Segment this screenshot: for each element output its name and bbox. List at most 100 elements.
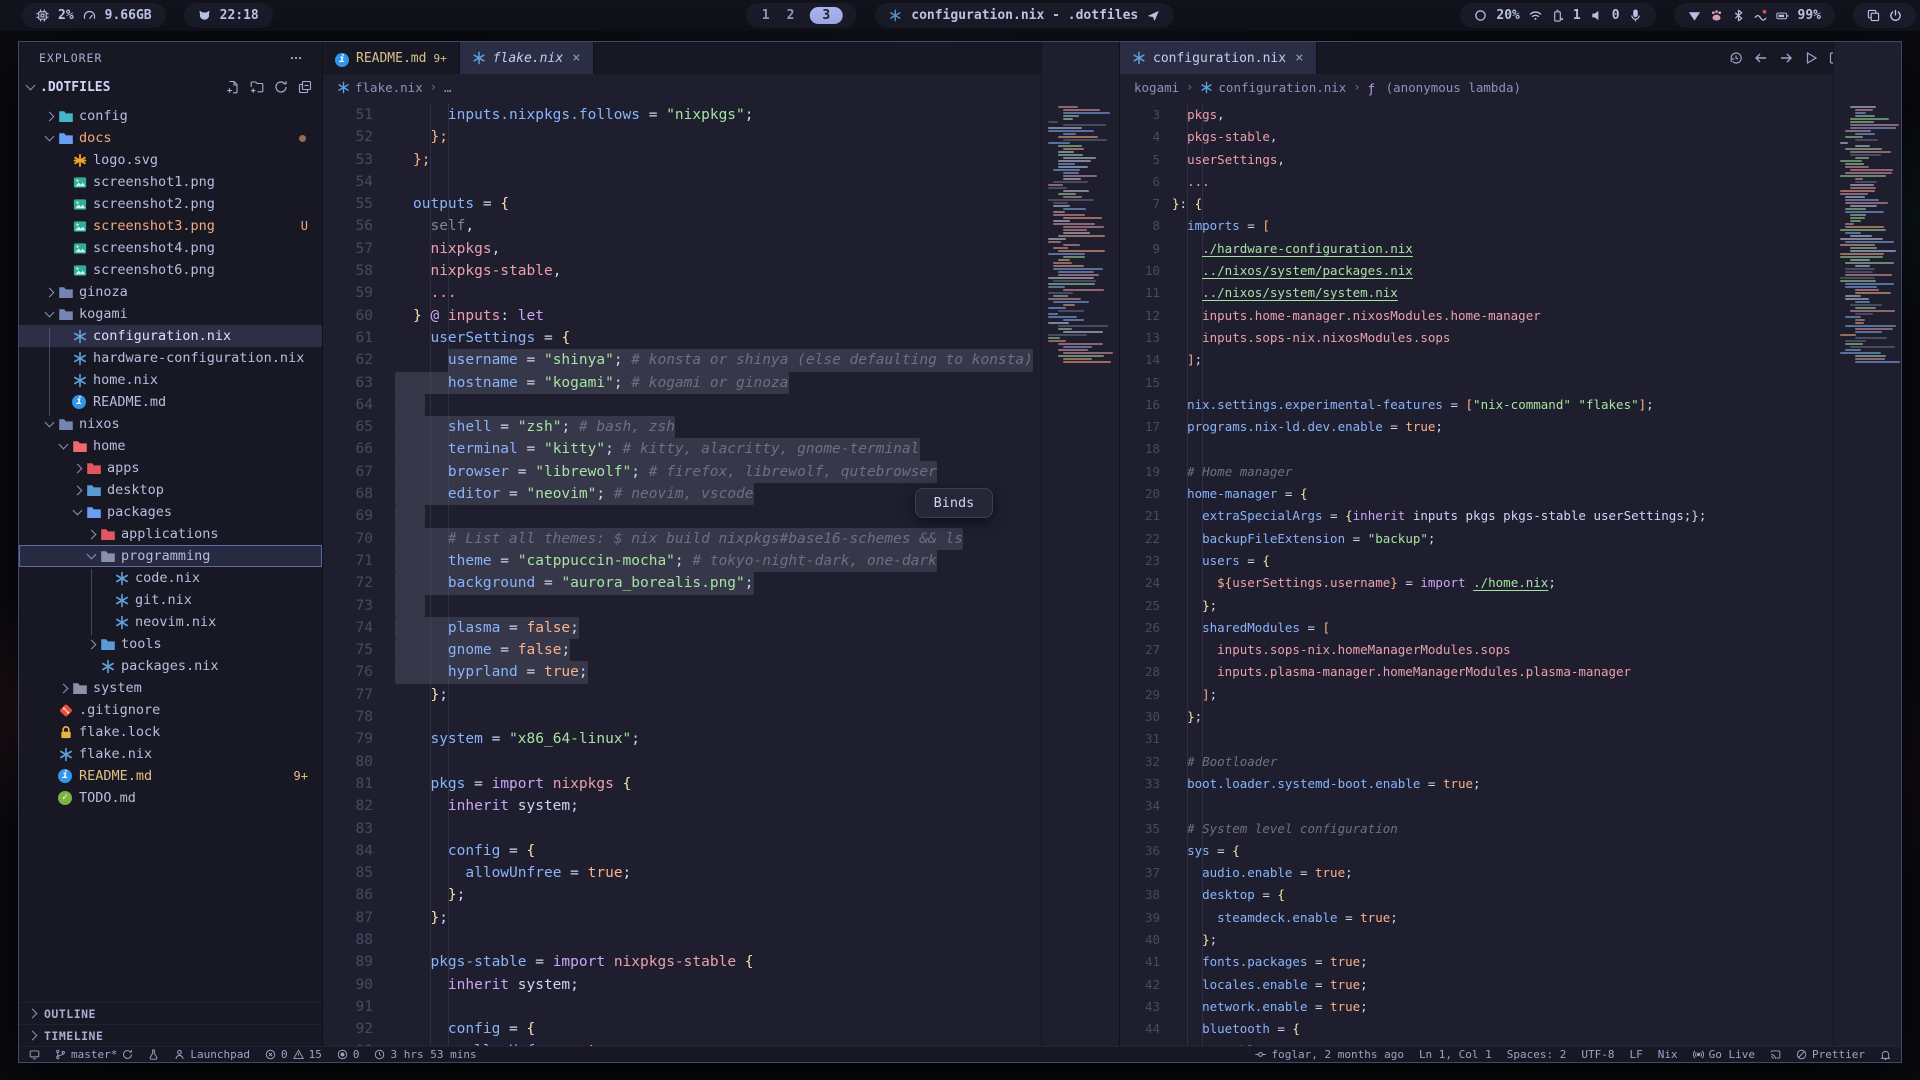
line-content: network.enable = true;	[1172, 996, 1368, 1018]
workspace-root-header[interactable]: .DOTFILES	[19, 74, 322, 100]
code-line: 30 };	[1120, 706, 1833, 728]
breadcrumb-item-configuration-nix[interactable]: configuration.nix	[1200, 80, 1346, 95]
tree-item-applications[interactable]: applications	[19, 523, 322, 545]
statusbar-cursor-position[interactable]: Ln 1, Col 1	[1419, 1047, 1492, 1062]
history-icon[interactable]	[1729, 51, 1743, 65]
statusbar-launchpad[interactable]: Launchpad	[174, 1047, 250, 1062]
panel-header-outline[interactable]: OUTLINE	[19, 1002, 322, 1024]
tree-item-gitignore[interactable]: .gitignore	[19, 699, 322, 721]
tab-readme-md[interactable]: iREADME.md9+	[323, 42, 460, 74]
tab-flake-nix[interactable]: flake.nix×	[460, 42, 594, 74]
minimap-line	[1845, 136, 1863, 138]
code-line: 57 nixpkgs,	[323, 238, 1041, 260]
statusbar-language-mode[interactable]: Nix	[1658, 1047, 1678, 1062]
tree-item-packages-nix[interactable]: packages.nix	[19, 655, 322, 677]
minimap-line	[1840, 277, 1875, 279]
tree-item-tools[interactable]: tools	[19, 633, 322, 655]
tree-item-label: kogami	[79, 306, 128, 322]
tree-item-home-nix[interactable]: home.nix	[19, 369, 322, 391]
line-number: 45	[1120, 1040, 1160, 1046]
tree-item-desktop[interactable]: desktop	[19, 479, 322, 501]
statusbar-cast[interactable]	[1770, 1047, 1781, 1062]
breadcrumb-item-[interactable]: …	[444, 80, 452, 95]
statusbar-indentation[interactable]: Spaces: 2	[1507, 1047, 1567, 1062]
tree-item-screenshot1-png[interactable]: screenshot1.png	[19, 171, 322, 193]
tree-item-git-nix[interactable]: git.nix	[19, 589, 322, 611]
tree-item-code-nix[interactable]: code.nix	[19, 567, 322, 589]
breadcrumb-item-flake-nix[interactable]: flake.nix	[337, 80, 423, 95]
code-editor[interactable]: 51 inputs.nixpkgs.follows = "nixpkgs";52…	[323, 100, 1041, 1046]
session-tray[interactable]	[1853, 3, 1916, 28]
window-title-pill[interactable]: configuration.nix - .dotfiles	[875, 3, 1174, 28]
tree-item-screenshot2-png[interactable]: screenshot2.png	[19, 193, 322, 215]
tree-item-ginoza[interactable]: ginoza	[19, 281, 322, 303]
tree-item-todo-md[interactable]: ✓TODO.md	[19, 787, 322, 809]
panel-header-timeline[interactable]: TIMELINE	[19, 1024, 322, 1046]
info-icon: i	[58, 769, 74, 784]
minimap[interactable]	[1041, 42, 1119, 1046]
tree-item-nixos[interactable]: nixos	[19, 413, 322, 435]
tree-item-home[interactable]: home	[19, 435, 322, 457]
statusbar-eol[interactable]: LF	[1630, 1047, 1643, 1062]
workspace-button-1[interactable]: 1	[760, 8, 772, 23]
system-bar-center: 123 configuration.nix - .dotfiles	[746, 3, 1174, 28]
tree-item-config[interactable]: config	[19, 105, 322, 127]
minimap[interactable]	[1833, 42, 1901, 1046]
system-stats[interactable]: 2% 9.66GB	[22, 3, 166, 28]
breadcrumb-item-kogami[interactable]: kogami	[1134, 80, 1179, 95]
workspace-button-3[interactable]: 3	[809, 7, 843, 24]
tree-item-readme-md[interactable]: iREADME.md9+	[19, 765, 322, 787]
code-editor[interactable]: 3 pkgs,4 pkgs-stable,5 userSettings,6 ..…	[1120, 100, 1833, 1046]
statusbar-problems[interactable]: 015	[265, 1047, 322, 1062]
statusbar-prettier[interactable]: Prettier	[1796, 1047, 1865, 1062]
tree-item-apps[interactable]: apps	[19, 457, 322, 479]
tree-item-screenshot4-png[interactable]: screenshot4.png	[19, 237, 322, 259]
tree-item-docs[interactable]: docs	[19, 127, 322, 149]
tree-item-logo-svg[interactable]: logo.svg	[19, 149, 322, 171]
statusbar-gitlens-blame[interactable]: foglar, 2 months ago	[1255, 1047, 1403, 1062]
statusbar-notifications[interactable]	[1880, 1047, 1891, 1062]
refresh-icon[interactable]	[274, 80, 288, 94]
clock-icon	[374, 1049, 385, 1060]
back-icon[interactable]	[1754, 51, 1768, 65]
tree-item-readme-md[interactable]: iREADME.md	[19, 391, 322, 413]
new-file-icon[interactable]	[226, 80, 240, 94]
close-icon[interactable]: ×	[1295, 50, 1303, 66]
breadcrumb-item-anonymous-lambda[interactable]: ƒ(anonymous lambda)	[1368, 80, 1521, 95]
tree-item-system[interactable]: system	[19, 677, 322, 699]
statusbar-go-live[interactable]: Go Live	[1693, 1047, 1755, 1062]
line-number: 69	[323, 505, 373, 527]
run-icon[interactable]	[1804, 51, 1818, 65]
tree-item-configuration-nix[interactable]: configuration.nix	[19, 325, 322, 347]
tree-item-hardware-configuration-nix[interactable]: hardware-configuration.nix	[19, 347, 322, 369]
line-content: locales.enable = true;	[1172, 974, 1368, 996]
close-icon[interactable]: ×	[572, 50, 580, 66]
workspace-button-2[interactable]: 2	[785, 8, 797, 23]
system-tray[interactable]: 20% 1 0	[1460, 3, 1655, 28]
minimap-line	[1063, 244, 1080, 246]
statusbar-ports[interactable]: 0	[337, 1047, 360, 1062]
tree-item-screenshot3-png[interactable]: screenshot3.pngU	[19, 215, 322, 237]
statusbar-wakatime[interactable]: 3 hrs 53 mins	[374, 1047, 476, 1062]
tree-item-screenshot6-png[interactable]: screenshot6.png	[19, 259, 322, 281]
statusbar-remote-indicator[interactable]	[29, 1047, 40, 1062]
forward-icon[interactable]	[1779, 51, 1793, 65]
statusbar-beaker[interactable]	[148, 1047, 159, 1062]
minimap-line	[1855, 322, 1864, 324]
statusbar-git-branch[interactable]: master*	[55, 1047, 133, 1062]
explorer-more-icon[interactable]	[288, 51, 304, 65]
tab-configuration-nix[interactable]: configuration.nix×	[1120, 42, 1317, 74]
tree-item-flake-lock[interactable]: flake.lock	[19, 721, 322, 743]
tree-item-programming[interactable]: programming	[19, 545, 322, 567]
code-line: 59 ...	[323, 282, 1041, 304]
clock-widget[interactable]: 22:18	[184, 3, 273, 28]
connectivity-tray[interactable]: 99%	[1674, 3, 1835, 28]
new-folder-icon[interactable]	[250, 80, 264, 94]
tree-item-neovim-nix[interactable]: neovim.nix	[19, 611, 322, 633]
nix-icon	[114, 571, 130, 586]
tree-item-kogami[interactable]: kogami	[19, 303, 322, 325]
collapse-all-icon[interactable]	[298, 80, 312, 94]
tree-item-packages[interactable]: packages	[19, 501, 322, 523]
statusbar-encoding[interactable]: UTF-8	[1581, 1047, 1614, 1062]
tree-item-flake-nix[interactable]: flake.nix	[19, 743, 322, 765]
